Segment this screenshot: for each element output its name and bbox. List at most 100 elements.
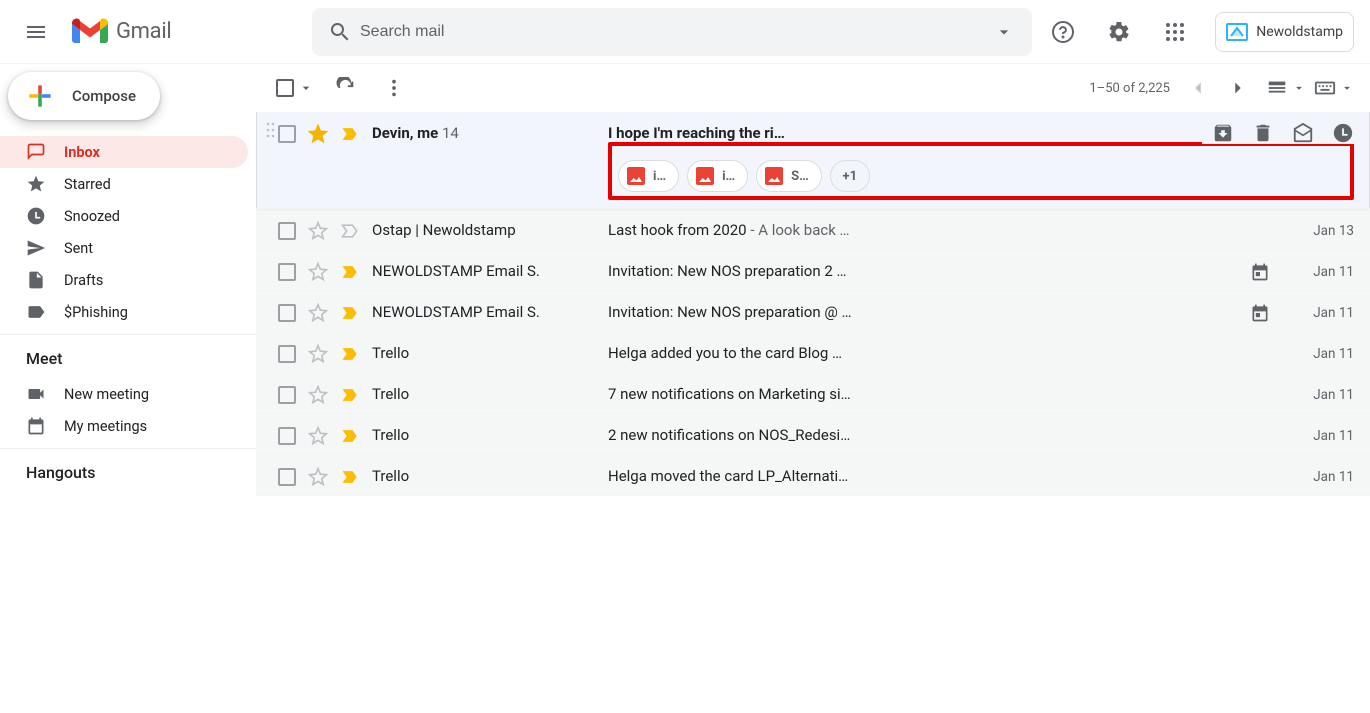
calendar-event-icon[interactable] (1246, 299, 1274, 323)
search-bar[interactable] (312, 8, 1032, 56)
attachment-name: i… (653, 169, 666, 184)
email-row[interactable]: Trello 7 new notifications on Marketing … (256, 373, 1370, 414)
date: Jan 11 (1274, 422, 1354, 444)
sidebar-item-label: New meeting (64, 386, 149, 403)
settings-button[interactable] (1095, 8, 1143, 56)
sidebar-item-inbox[interactable]: Inbox (0, 136, 248, 168)
importance-marker[interactable] (340, 124, 360, 144)
file-icon (26, 270, 46, 290)
caret-down-icon[interactable] (298, 80, 314, 96)
date: Jan 11 (1274, 258, 1354, 280)
select-all-checkbox[interactable] (272, 75, 318, 101)
subject-line: Helga moved the card LP_Alternati… (608, 467, 1274, 485)
support-button[interactable] (1039, 8, 1087, 56)
star-button[interactable] (308, 303, 328, 323)
importance-marker[interactable] (340, 344, 360, 364)
search-options-button[interactable] (984, 12, 1024, 52)
attachment-chip[interactable]: i… (687, 160, 748, 192)
star-button[interactable] (308, 467, 328, 487)
refresh-button[interactable] (326, 68, 366, 108)
delete-button[interactable] (1252, 122, 1274, 144)
row-checkbox[interactable] (278, 263, 296, 281)
row-checkbox[interactable] (278, 427, 296, 445)
importance-marker[interactable] (340, 262, 360, 282)
checkbox-icon (276, 79, 294, 97)
attachment-chip[interactable]: i… (618, 160, 679, 192)
importance-marker[interactable] (340, 426, 360, 446)
sidebar-item-sent[interactable]: Sent (0, 232, 248, 264)
addon-chip[interactable]: Newoldstamp (1215, 12, 1354, 52)
inbox-icon (26, 142, 46, 162)
importance-marker[interactable] (340, 467, 360, 487)
mail-open-icon (1292, 122, 1314, 144)
prev-page-button[interactable] (1178, 68, 1218, 108)
caret-down-icon (1340, 81, 1354, 95)
subject-line: Last hook from 2020 - A look back … (608, 221, 1274, 239)
snooze-button[interactable] (1332, 122, 1354, 144)
drag-handle[interactable] (266, 120, 278, 140)
email-row[interactable]: Ostap | Newoldstamp Last hook from 2020 … (256, 209, 1370, 250)
archive-button[interactable] (1212, 122, 1234, 144)
sidebar-item-new-meeting[interactable]: New meeting (0, 378, 248, 410)
send-icon (26, 238, 46, 258)
search-icon[interactable] (320, 12, 360, 52)
main-menu-button[interactable] (12, 8, 60, 56)
date: Jan 13 (1274, 217, 1354, 239)
sender: Trello (360, 381, 608, 403)
star-icon (26, 174, 46, 194)
row-checkbox[interactable] (278, 345, 296, 363)
importance-marker[interactable] (340, 303, 360, 323)
image-icon (627, 167, 645, 185)
importance-marker[interactable] (340, 221, 360, 241)
input-tools-button[interactable] (1314, 77, 1354, 99)
mark-read-button[interactable] (1292, 122, 1314, 144)
email-row[interactable]: Trello Helga added you to the card Blog … (256, 332, 1370, 373)
email-row[interactable]: Trello 2 new notifications on NOS_Redesi… (256, 414, 1370, 455)
subject-line: Invitation: New NOS preparation 2 … (608, 262, 1246, 280)
sidebar-item-label: My meetings (64, 418, 147, 435)
star-button[interactable] (308, 262, 328, 282)
row-checkbox[interactable] (278, 125, 296, 143)
caret-down-icon (1292, 81, 1306, 95)
sidebar-item-label: Inbox (64, 144, 100, 161)
importance-marker[interactable] (340, 385, 360, 405)
split-pane-button[interactable] (1266, 77, 1306, 99)
email-row[interactable]: Devin, me 14 I hope I'm reaching the ri…… (256, 112, 1370, 209)
date: Jan 11 (1274, 340, 1354, 362)
sidebar-item-drafts[interactable]: Drafts (0, 264, 248, 296)
sender: NEWOLDSTAMP Email S. (360, 299, 608, 321)
more-button[interactable] (374, 68, 414, 108)
next-page-button[interactable] (1218, 68, 1258, 108)
brand-text: Gmail (116, 19, 171, 44)
row-checkbox[interactable] (278, 386, 296, 404)
star-button[interactable] (308, 221, 328, 241)
calendar-event-icon[interactable] (1246, 258, 1274, 282)
logo-area[interactable]: Gmail (64, 18, 302, 46)
email-row[interactable]: NEWOLDSTAMP Email S. Invitation: New NOS… (256, 250, 1370, 291)
trash-icon (1252, 122, 1274, 144)
pagination-range: 1–50 of 2,225 (1089, 81, 1170, 96)
search-input[interactable] (360, 23, 984, 41)
date: Jan 11 (1274, 299, 1354, 321)
email-row[interactable]: Trello Helga moved the card LP_Alternati… (256, 455, 1370, 496)
attachment-more[interactable]: +1 (830, 160, 870, 192)
star-button[interactable] (308, 124, 328, 144)
sidebar-item-phishing[interactable]: $Phishing (0, 296, 248, 328)
star-button[interactable] (308, 344, 328, 364)
row-checkbox[interactable] (278, 304, 296, 322)
sidebar-item-label: Snoozed (64, 208, 120, 225)
row-checkbox[interactable] (278, 222, 296, 240)
apps-grid-icon (1163, 20, 1187, 44)
attachment-name: S… (791, 169, 809, 184)
video-icon (26, 384, 46, 404)
sidebar-item-snoozed[interactable]: Snoozed (0, 200, 248, 232)
star-button[interactable] (308, 385, 328, 405)
compose-button[interactable]: Compose (8, 72, 160, 120)
apps-button[interactable] (1151, 8, 1199, 56)
attachment-chip[interactable]: S… (756, 160, 822, 192)
row-checkbox[interactable] (278, 468, 296, 486)
star-button[interactable] (308, 426, 328, 446)
email-row[interactable]: NEWOLDSTAMP Email S. Invitation: New NOS… (256, 291, 1370, 332)
sidebar-item-my-meetings[interactable]: My meetings (0, 410, 248, 442)
sidebar-item-starred[interactable]: Starred (0, 168, 248, 200)
